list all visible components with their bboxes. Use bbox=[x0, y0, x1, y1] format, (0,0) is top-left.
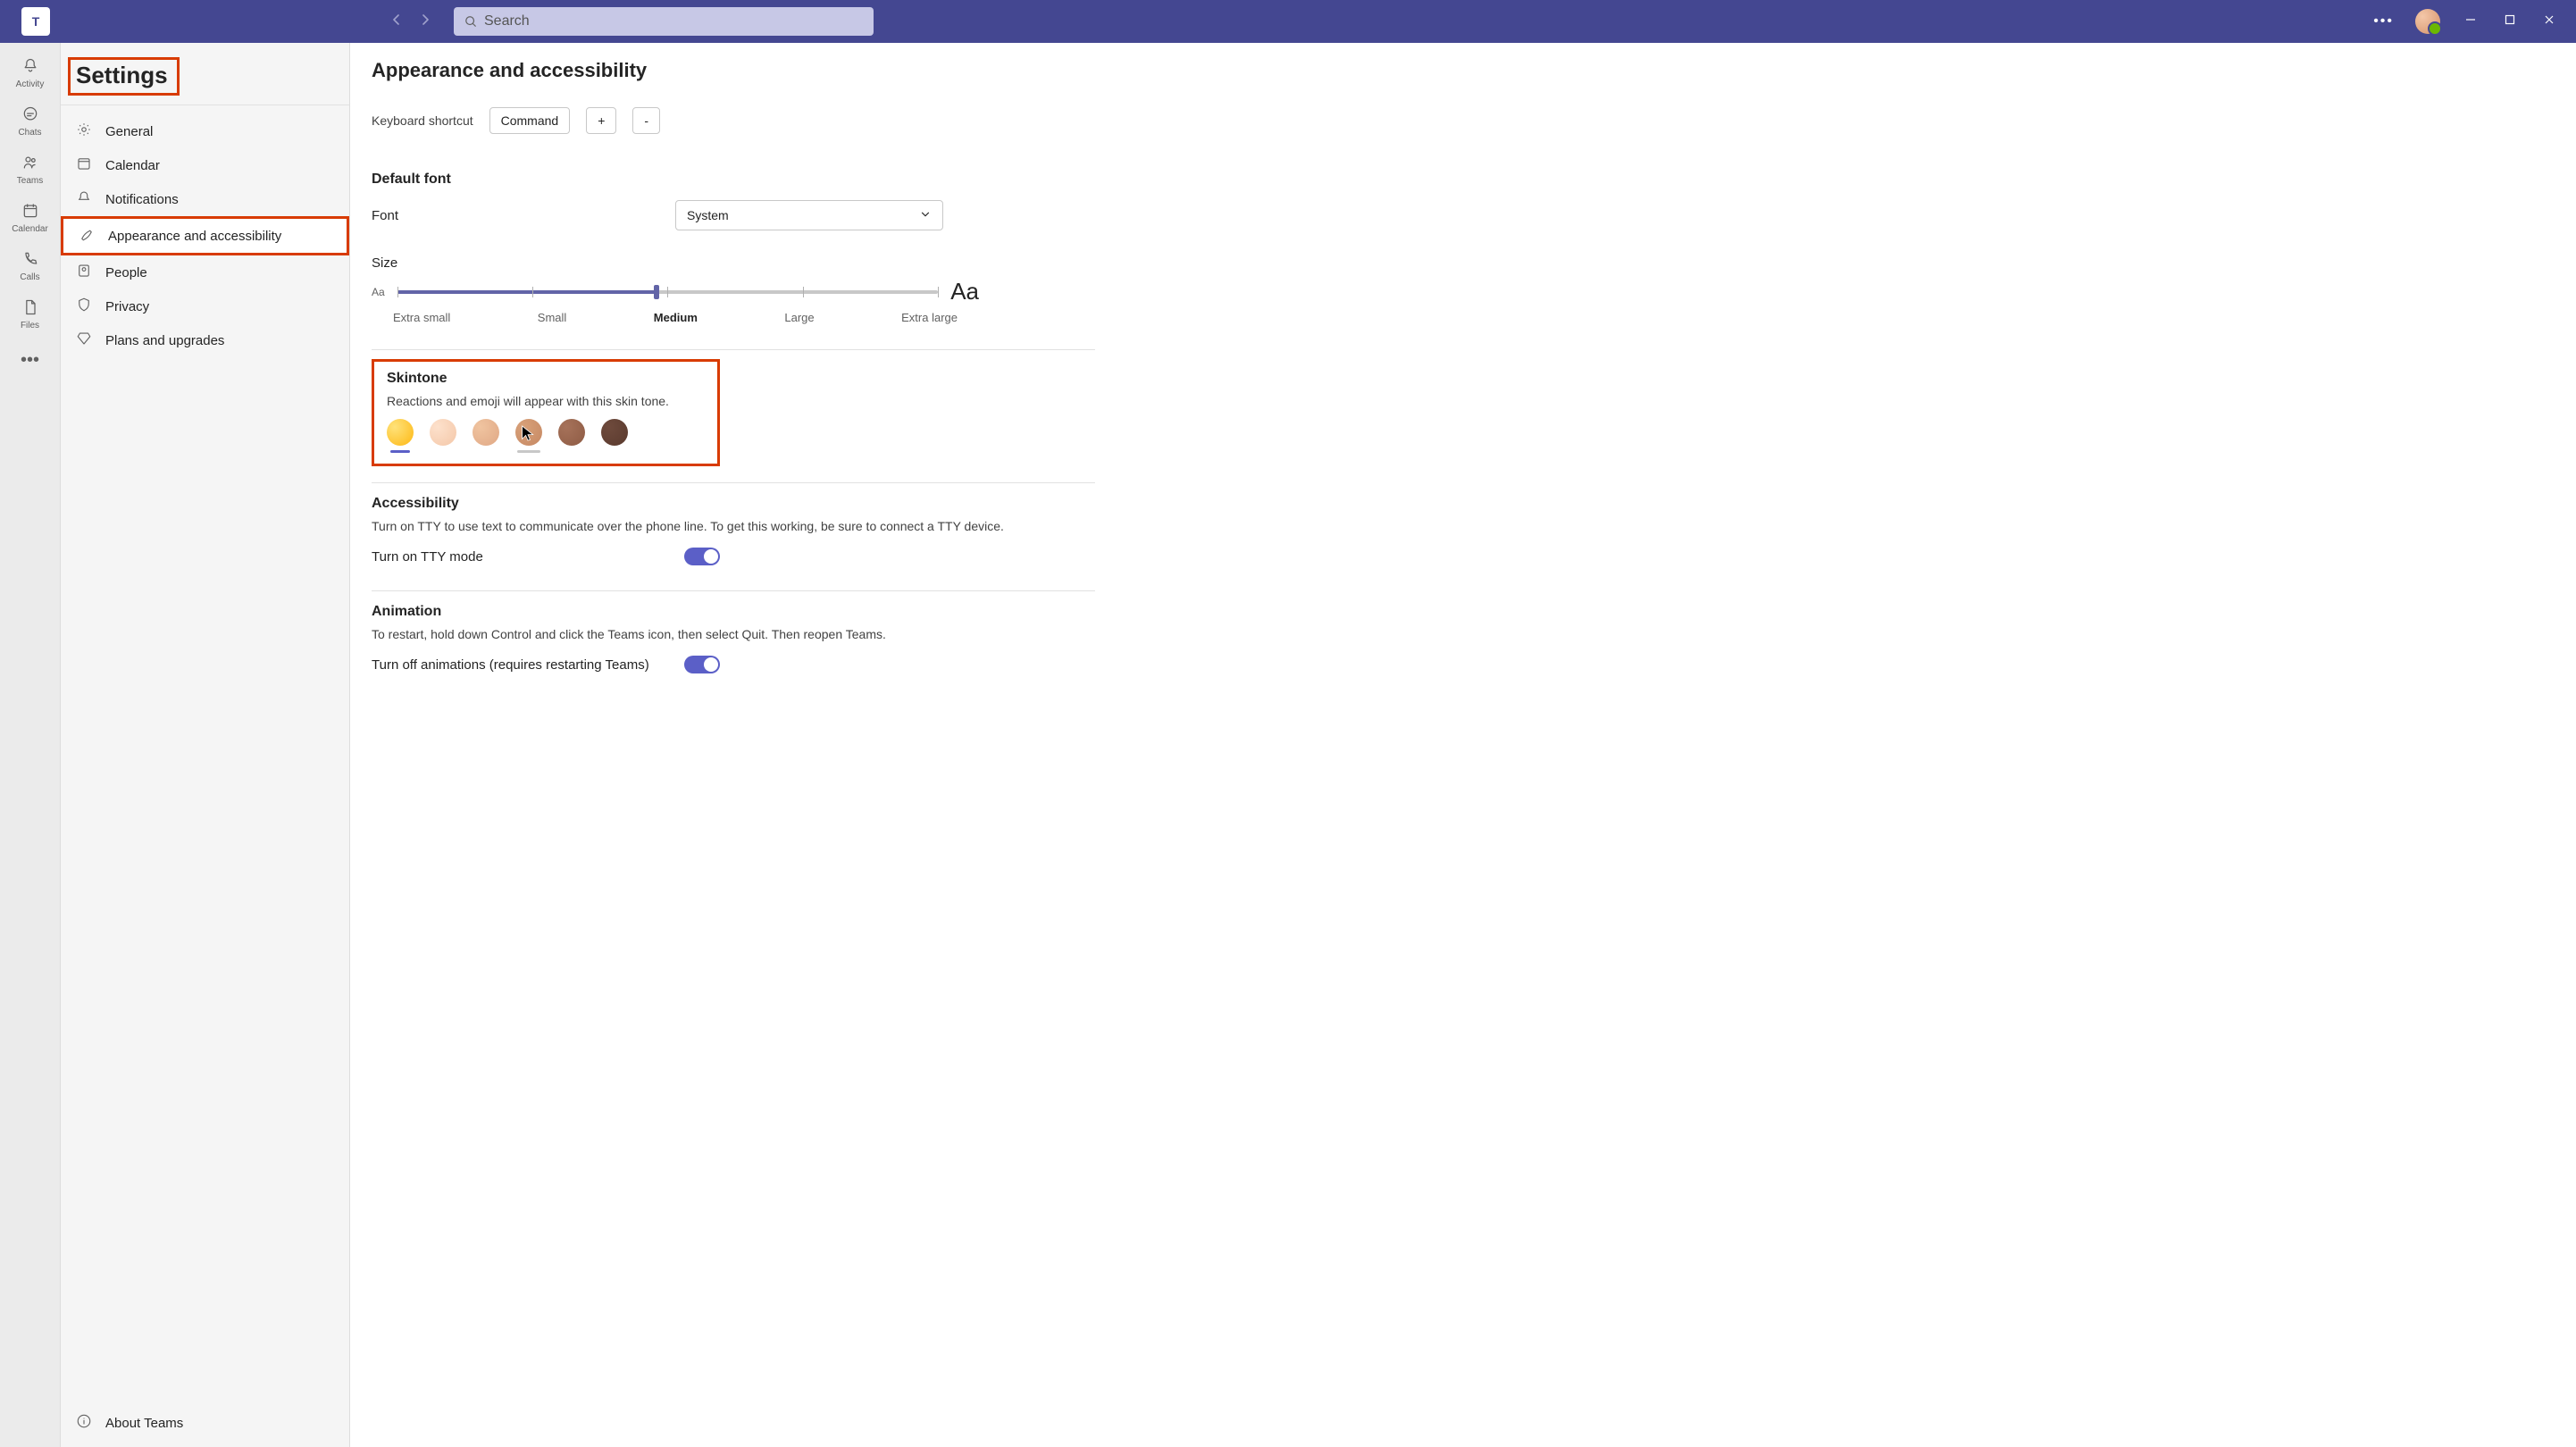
kbd-plus: + bbox=[586, 107, 616, 134]
size-mark-m: Medium bbox=[654, 311, 698, 324]
font-select-value: System bbox=[687, 208, 729, 222]
settings-item-people[interactable]: People bbox=[61, 255, 349, 289]
animation-toggle[interactable] bbox=[684, 656, 720, 673]
size-max-icon: Aa bbox=[950, 278, 979, 305]
chat-icon bbox=[4, 105, 57, 128]
accessibility-title: Accessibility bbox=[372, 496, 1095, 512]
size-slider[interactable] bbox=[397, 290, 939, 294]
animation-title: Animation bbox=[372, 604, 1095, 620]
size-mark-l: Large bbox=[784, 311, 814, 324]
avatar[interactable] bbox=[2415, 9, 2440, 34]
content-heading: Appearance and accessibility bbox=[372, 59, 2540, 82]
accessibility-desc: Turn on TTY to use text to communicate o… bbox=[372, 519, 1095, 533]
search-placeholder: Search bbox=[484, 13, 530, 29]
tty-toggle[interactable] bbox=[684, 548, 720, 565]
teams-logo-icon: T bbox=[21, 7, 50, 36]
skintone-desc: Reactions and emoji will appear with thi… bbox=[387, 394, 705, 408]
keyboard-shortcut-label: Keyboard shortcut bbox=[372, 113, 473, 128]
kbd-minus: - bbox=[632, 107, 660, 134]
appearance-icon bbox=[78, 226, 96, 246]
rail-item-files[interactable]: Files bbox=[4, 293, 57, 336]
settings-item-privacy[interactable]: Privacy bbox=[61, 289, 349, 323]
skintone-title: Skintone bbox=[387, 371, 705, 387]
settings-sidebar: Settings General Calendar Notifications bbox=[61, 43, 350, 1447]
content: Appearance and accessibility Keyboard sh… bbox=[350, 43, 2576, 1447]
settings-item-notifications[interactable]: Notifications bbox=[61, 182, 349, 216]
diamond-icon bbox=[75, 330, 93, 350]
settings-item-plans[interactable]: Plans and upgrades bbox=[61, 323, 349, 357]
rail-item-chats[interactable]: Chats bbox=[4, 100, 57, 143]
teams-icon bbox=[4, 154, 57, 176]
kbd-command: Command bbox=[489, 107, 571, 134]
font-select[interactable]: System bbox=[675, 200, 943, 230]
font-label: Font bbox=[372, 208, 398, 223]
window-minimize-icon[interactable] bbox=[2462, 13, 2480, 29]
about-teams-link[interactable]: About Teams bbox=[61, 1399, 349, 1447]
shield-icon bbox=[75, 297, 93, 316]
chevron-down-icon bbox=[919, 208, 932, 223]
window-maximize-icon[interactable] bbox=[2501, 13, 2519, 29]
size-mark-s: Small bbox=[538, 311, 567, 324]
settings-item-appearance[interactable]: Appearance and accessibility bbox=[61, 216, 349, 255]
animation-desc: To restart, hold down Control and click … bbox=[372, 627, 1095, 641]
gear-icon bbox=[75, 121, 93, 141]
rail-more-icon[interactable]: ••• bbox=[21, 350, 39, 371]
skintone-option-1[interactable] bbox=[387, 419, 414, 446]
titlebar: T Search ••• bbox=[0, 0, 2576, 43]
settings-item-general[interactable]: General bbox=[61, 114, 349, 148]
animation-toggle-label: Turn off animations (requires restarting… bbox=[372, 657, 649, 673]
nav-back-icon[interactable] bbox=[389, 13, 404, 31]
people-icon bbox=[75, 263, 93, 282]
file-icon bbox=[4, 298, 57, 321]
window-close-icon[interactable] bbox=[2540, 13, 2558, 29]
rail-item-teams[interactable]: Teams bbox=[4, 148, 57, 191]
bell-icon bbox=[75, 189, 93, 209]
size-mark-xs: Extra small bbox=[393, 311, 450, 324]
info-icon bbox=[75, 1413, 93, 1433]
rail-item-calls[interactable]: Calls bbox=[4, 245, 57, 288]
calendar-icon bbox=[4, 202, 57, 224]
skintone-option-3[interactable] bbox=[473, 419, 499, 446]
phone-icon bbox=[4, 250, 57, 272]
skintone-option-5[interactable] bbox=[558, 419, 585, 446]
default-font-title: Default font bbox=[372, 171, 1095, 188]
skintone-option-2[interactable] bbox=[430, 419, 456, 446]
page-title: Settings bbox=[68, 57, 180, 96]
cursor-icon bbox=[521, 424, 535, 442]
bell-icon bbox=[4, 57, 57, 79]
calendar-icon bbox=[75, 155, 93, 175]
size-mark-xl: Extra large bbox=[901, 311, 958, 324]
search-input[interactable]: Search bbox=[454, 7, 874, 36]
settings-item-calendar[interactable]: Calendar bbox=[61, 148, 349, 182]
size-label: Size bbox=[372, 255, 979, 271]
skintone-option-6[interactable] bbox=[601, 419, 628, 446]
rail-item-calendar[interactable]: Calendar bbox=[4, 197, 57, 239]
tty-toggle-label: Turn on TTY mode bbox=[372, 549, 483, 565]
more-icon[interactable]: ••• bbox=[2373, 13, 2394, 29]
skintone-section: Skintone Reactions and emoji will appear… bbox=[372, 359, 720, 466]
rail-item-activity[interactable]: Activity bbox=[4, 52, 57, 95]
app-rail: Activity Chats Teams Calendar Calls bbox=[0, 43, 61, 1447]
size-min-icon: Aa bbox=[372, 286, 385, 298]
nav-forward-icon[interactable] bbox=[418, 13, 432, 31]
